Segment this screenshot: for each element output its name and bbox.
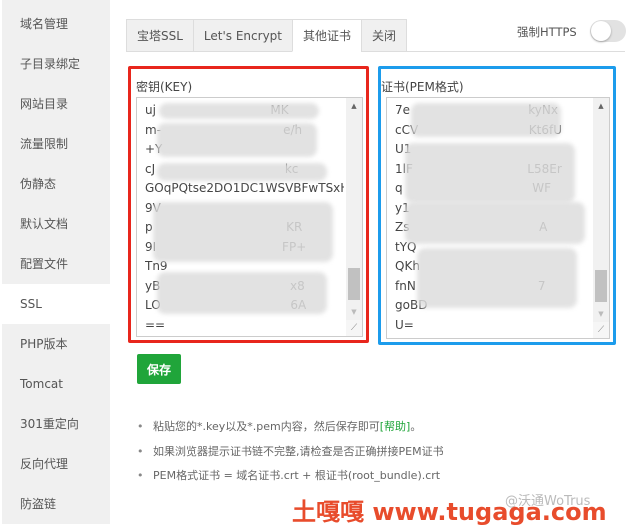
sidebar-item[interactable]: 防盗链 <box>2 484 110 524</box>
redaction-blur <box>411 103 561 137</box>
scroll-down-icon[interactable]: ▼ <box>346 304 362 320</box>
sidebar-item[interactable]: 301重定向 <box>2 404 110 444</box>
sidebar-item[interactable]: 网站目录 <box>2 84 110 124</box>
sidebar-item[interactable]: 默认文档 <box>2 204 110 244</box>
tip-item: 如果浏览器提示证书链不完整,请检查是否正确拼接PEM证书 <box>137 443 617 468</box>
redaction-blur <box>153 202 333 262</box>
cert-textarea[interactable]: 7e kyNxcCV Kt6fUU11lF L58Erq WFy1Zs AtYQ… <box>386 97 610 339</box>
sidebar-item[interactable]: Tomcat <box>2 364 110 404</box>
tip-text: 粘贴您的*.key以及*.pem内容，然后保存即可 <box>153 420 380 433</box>
redaction-blur <box>405 202 585 244</box>
sidebar: 域名管理 子目录绑定 网站目录 流量限制 伪静态 默认文档 配置文件 SSL PHP版本 Tomc… <box>2 0 110 524</box>
resize-grip-icon[interactable]: ⟋ <box>593 322 609 338</box>
scroll-down-icon[interactable]: ▼ <box>593 306 609 322</box>
scroll-thumb[interactable] <box>595 270 607 302</box>
scroll-up-icon[interactable]: ▲ <box>346 98 362 114</box>
sidebar-item[interactable]: 伪静态 <box>2 164 110 204</box>
sidebar-item[interactable]: 域名管理 <box>2 4 110 44</box>
save-button[interactable]: 保存 <box>137 354 181 384</box>
resize-grip-icon[interactable]: ⟋ <box>346 320 362 336</box>
tab-lets-encrypt[interactable]: Let's Encrypt <box>192 19 292 52</box>
redaction-blur <box>157 272 327 314</box>
redaction-blur <box>157 123 317 157</box>
text-line: GOqPQtse2DO1DC1WSVBFwTSxH <box>145 181 344 195</box>
scroll-up-icon[interactable]: ▲ <box>593 98 609 114</box>
sidebar-item[interactable]: PHP版本 <box>2 324 110 364</box>
key-textarea[interactable]: uj MKm- e/h+YcJ kcGOqPQtse2DO1DC1WSVBFwT… <box>136 97 363 337</box>
redaction-blur <box>405 143 575 203</box>
cert-scrollbar[interactable]: ▲ ▼ <box>593 98 609 322</box>
text-line: -----END CERTIFICATE----- <box>395 335 591 338</box>
text-line: == <box>145 317 166 332</box>
tab-bt-ssl[interactable]: 宝塔SSL <box>126 19 193 52</box>
sidebar-item[interactable]: 流量限制 <box>2 124 110 164</box>
key-scrollbar[interactable]: ▲ ▼ <box>346 98 362 320</box>
scroll-thumb[interactable] <box>348 268 360 300</box>
divider <box>510 51 625 52</box>
tab-close[interactable]: 关闭 <box>361 19 408 52</box>
text-line: -----END RSA PRIVATE KEY----- <box>145 335 344 336</box>
text-line: U= <box>395 317 414 332</box>
sidebar-item[interactable]: SSL <box>2 284 110 324</box>
tip-item: 粘贴您的*.key以及*.pem内容，然后保存即可[帮助]。 <box>137 418 617 443</box>
sidebar-item[interactable]: 反向代理 <box>2 444 110 484</box>
tab-other-cert[interactable]: 其他证书 <box>292 19 362 52</box>
tip-item: PEM格式证书 = 域名证书.crt + 根证书(root_bundle).cr… <box>137 467 617 492</box>
tips-list: 粘贴您的*.key以及*.pem内容，然后保存即可[帮助]。 如果浏览器提示证书… <box>137 418 617 492</box>
help-link[interactable]: [帮助] <box>380 420 411 433</box>
key-label: 密钥(KEY) <box>136 80 193 94</box>
watermark-credit: @沃通WoTrus <box>505 494 591 509</box>
force-https-label: 强制HTTPS <box>517 25 577 39</box>
cert-label: 证书(PEM格式) <box>381 80 464 94</box>
redaction-blur <box>157 163 327 181</box>
redaction-blur <box>159 103 319 119</box>
sidebar-item[interactable]: 子目录绑定 <box>2 44 110 84</box>
sidebar-item[interactable]: 配置文件 <box>2 244 110 284</box>
toggle-knob <box>591 21 611 41</box>
redaction-blur <box>417 248 577 308</box>
cert-tabs: 宝塔SSL Let's Encrypt 其他证书 关闭 <box>126 19 511 52</box>
force-https-toggle[interactable] <box>590 20 626 42</box>
key-section: 密钥(KEY) uj MKm- e/h+YcJ kcGOqPQtse2DO1DC… <box>128 66 369 343</box>
tip-text: 。 <box>410 420 422 433</box>
cert-section: 证书(PEM格式) 7e kyNxcCV Kt6fUU11lF L58Erq W… <box>378 66 616 345</box>
